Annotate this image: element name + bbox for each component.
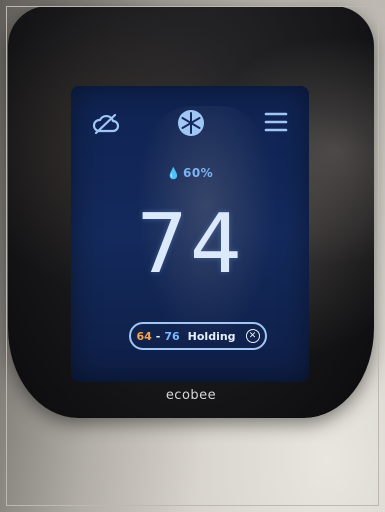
humidity-drop-icon: 💧 [166,167,181,180]
cancel-icon[interactable]: ✕ [245,329,260,343]
cool-setpoint: 76 [164,329,180,343]
current-temperature[interactable]: 74 [71,204,309,286]
humidity-readout: 💧 60% [71,166,309,180]
weather-cloud-icon[interactable] [91,112,121,136]
humidity-value: 60% [182,166,214,180]
photo: 💧 60% 74 64 - 76 Holding ✕ ecobee [0,0,385,512]
thermostat-device: 💧 60% 74 64 - 76 Holding ✕ ecobee [8,6,374,418]
heat-setpoint: 64 [136,329,152,343]
brand-logo: ecobee [165,388,217,403]
setpoint-separator: - [155,329,161,343]
hold-label: Holding [187,329,236,343]
thermostat-screen[interactable]: 💧 60% 74 64 - 76 Holding ✕ [71,86,309,382]
snowflake-icon[interactable] [176,108,206,138]
hold-status-pill[interactable]: 64 - 76 Holding ✕ [129,322,267,350]
menu-icon[interactable] [263,110,289,134]
